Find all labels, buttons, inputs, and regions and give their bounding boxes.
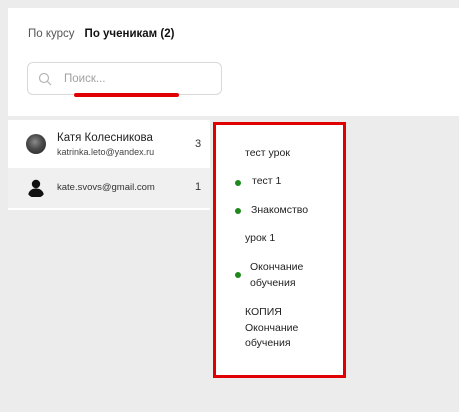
status-dot-icon: [235, 180, 241, 186]
lessons-popup: тест урок тест 1 Знакомство урок 1 Оконч…: [213, 122, 346, 378]
search-box[interactable]: [27, 62, 222, 95]
search-icon: [38, 72, 52, 86]
lesson-title-line: обучения: [250, 276, 296, 289]
lesson-title-line: Окончание: [245, 321, 299, 334]
status-dot-icon: [235, 272, 241, 278]
tab-bar: По курсу По ученикам (2): [28, 28, 174, 40]
lesson-title-line: обучения: [245, 337, 291, 349]
lesson-item[interactable]: Знакомство: [251, 203, 376, 219]
lesson-title: Знакомство: [251, 204, 309, 216]
lesson-count: 3: [195, 138, 202, 150]
default-user-icon: [28, 179, 44, 197]
student-email: kate.svovs@gmail.com: [57, 182, 155, 193]
tab-by-students[interactable]: По ученикам (2): [85, 28, 175, 40]
lesson-item[interactable]: урок 1: [245, 231, 370, 247]
search-input[interactable]: [64, 71, 214, 87]
student-email: katrinka.leto@yandex.ru: [57, 147, 155, 157]
lesson-item[interactable]: КОПИЯ Окончание обучения: [245, 305, 370, 352]
lesson-item[interactable]: Окончание обучения: [250, 260, 375, 291]
tab-by-course[interactable]: По курсу: [28, 28, 75, 40]
lesson-title-line: КОПИЯ: [245, 306, 282, 318]
student-row-selected[interactable]: kate.svovs@gmail.com 1: [8, 168, 210, 208]
student-name: Катя Колесникова: [57, 132, 153, 144]
lesson-title: тест урок: [245, 147, 290, 159]
lesson-count: 1: [195, 181, 202, 193]
red-annotation-underline: [74, 93, 179, 97]
lesson-item[interactable]: тест урок: [245, 146, 370, 162]
status-dot-icon: [235, 208, 241, 214]
students-panel-header: По курсу По ученикам (2): [8, 8, 459, 116]
student-list: Катя Колесникова katrinka.leto@yandex.ru…: [8, 120, 210, 210]
student-row[interactable]: Катя Колесникова katrinka.leto@yandex.ru…: [8, 126, 210, 168]
avatar: [26, 134, 46, 154]
lesson-item[interactable]: тест 1: [252, 174, 377, 190]
lesson-title: урок 1: [245, 232, 276, 244]
lesson-title-line: Окончание: [250, 261, 304, 273]
lesson-title: тест 1: [252, 175, 282, 187]
